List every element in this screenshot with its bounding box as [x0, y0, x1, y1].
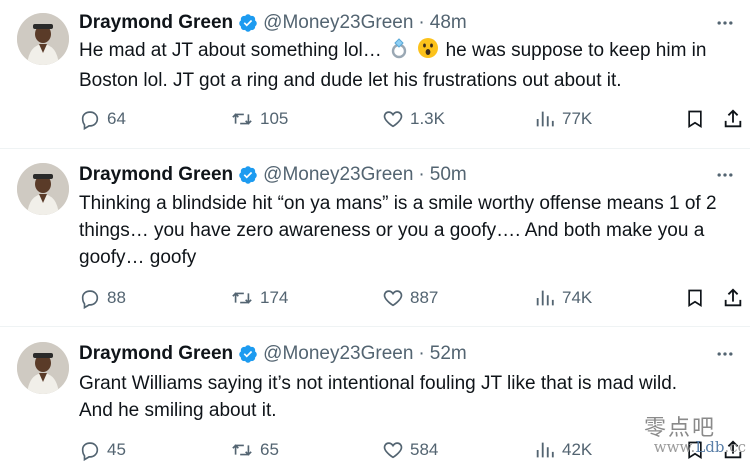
author-name[interactable]: Draymond Green	[79, 12, 233, 34]
repost-icon	[232, 444, 252, 456]
bookmark-icon	[688, 289, 702, 308]
like-icon	[383, 442, 403, 459]
share-icon	[724, 109, 742, 128]
reply-icon	[81, 290, 99, 309]
watermark-url: www.Ldb.cc	[654, 438, 746, 456]
verified-badge-icon	[238, 13, 258, 33]
tweet-line-part: He mad at JT about something lol…	[79, 40, 382, 61]
avatar-image	[17, 13, 69, 65]
verified-badge-icon	[238, 344, 258, 364]
repost-count: 105	[260, 109, 289, 128]
bookmark-button[interactable]	[685, 284, 705, 312]
watermark: 零点吧 www.Ldb.cc	[636, 410, 746, 464]
bookmark-icon	[688, 110, 702, 129]
tweet-line-part: he was suppose to keep him in	[445, 40, 707, 61]
like-button[interactable]: 1.3K	[382, 105, 445, 133]
author-handle[interactable]: @Money23Green	[263, 343, 413, 365]
more-dots-icon[interactable]	[714, 164, 736, 186]
more-dots-icon[interactable]	[714, 12, 736, 34]
author-name[interactable]: Draymond Green	[79, 164, 233, 186]
reply-button[interactable]: 88	[79, 284, 126, 312]
astonished-face-emoji	[417, 37, 439, 67]
reply-button[interactable]: 45	[79, 436, 126, 464]
tweet-actions: 88 174 887 74K	[0, 284, 750, 312]
tweet-text: Thinking a blindside hit “on ya mans” is…	[79, 190, 734, 271]
repost-button[interactable]: 105	[230, 105, 288, 133]
ring-emoji	[388, 37, 410, 67]
bookmark-button[interactable]	[685, 105, 705, 133]
view-count: 77K	[562, 109, 593, 128]
author-handle[interactable]: @Money23Green	[263, 164, 413, 186]
tweet-text: He mad at JT about something lol… he was…	[79, 37, 734, 94]
author-handle[interactable]: @Money23Green	[263, 12, 413, 34]
views-button[interactable]: 74K	[534, 284, 592, 312]
tweet-line: Boston lol. JT got a ring and dude let h…	[79, 70, 622, 91]
like-button[interactable]: 887	[382, 284, 438, 312]
views-icon	[536, 442, 554, 458]
like-button[interactable]: 584	[382, 436, 438, 464]
views-button[interactable]: 77K	[534, 105, 592, 133]
tweet-header: Draymond Green @Money23Green · 50m	[79, 162, 467, 188]
author-name[interactable]: Draymond Green	[79, 343, 233, 365]
share-button[interactable]	[722, 284, 744, 312]
share-button[interactable]	[722, 105, 744, 133]
reply-count: 45	[107, 440, 126, 459]
avatar-image	[17, 342, 69, 394]
tweet-header: Draymond Green @Money23Green · 48m	[79, 10, 467, 36]
repost-icon	[232, 113, 252, 125]
tweet[interactable]: Draymond Green @Money23Green · 48m He ma…	[0, 0, 750, 148]
avatar[interactable]	[17, 342, 69, 394]
view-count: 42K	[562, 440, 593, 459]
share-icon	[724, 288, 742, 307]
reply-button[interactable]: 64	[79, 105, 126, 133]
tweet-line: He mad at JT about something lol… he was…	[79, 37, 734, 67]
timestamp[interactable]: 52m	[430, 343, 467, 365]
timestamp[interactable]: 48m	[430, 12, 467, 34]
tweet-header: Draymond Green @Money23Green · 52m	[79, 341, 467, 367]
views-button[interactable]: 42K	[534, 436, 592, 464]
avatar[interactable]	[17, 13, 69, 65]
views-icon	[536, 111, 554, 127]
avatar-image	[17, 163, 69, 215]
tweet-line: goofy… goofy	[79, 247, 197, 268]
repost-button[interactable]: 174	[230, 284, 288, 312]
watermark-url-prefix: www.	[653, 438, 696, 456]
repost-icon	[232, 292, 252, 304]
tweet-actions: 64 105 1.3K 77K	[0, 105, 750, 133]
reply-count: 64	[107, 109, 126, 128]
like-count: 584	[410, 440, 439, 459]
avatar[interactable]	[17, 163, 69, 215]
watermark-url-mid: Ldb	[695, 438, 725, 456]
reply-icon	[81, 442, 99, 461]
separator-dot: ·	[418, 164, 425, 185]
tweet-line: things… you have zero awareness or you a…	[79, 220, 705, 241]
separator-dot: ·	[418, 12, 425, 33]
tweet[interactable]: Draymond Green @Money23Green · 50m Think…	[0, 148, 750, 326]
like-count: 887	[410, 288, 439, 307]
timestamp[interactable]: 50m	[430, 164, 467, 186]
like-icon	[383, 111, 403, 128]
reply-count: 88	[107, 288, 126, 307]
tweet-line: Grant Williams saying it’s not intention…	[79, 373, 678, 394]
repost-button[interactable]: 65	[230, 436, 279, 464]
like-count: 1.3K	[410, 109, 445, 128]
more-dots-icon[interactable]	[714, 343, 736, 365]
reply-icon	[81, 111, 99, 130]
repost-count: 174	[260, 288, 289, 307]
watermark-url-suffix: .cc	[724, 438, 746, 456]
tweet-line: Thinking a blindside hit “on ya mans” is…	[79, 193, 717, 214]
repost-count: 65	[260, 440, 279, 459]
verified-badge-icon	[238, 165, 258, 185]
view-count: 74K	[562, 288, 593, 307]
views-icon	[536, 290, 554, 306]
like-icon	[383, 290, 403, 307]
separator-dot: ·	[418, 343, 425, 364]
